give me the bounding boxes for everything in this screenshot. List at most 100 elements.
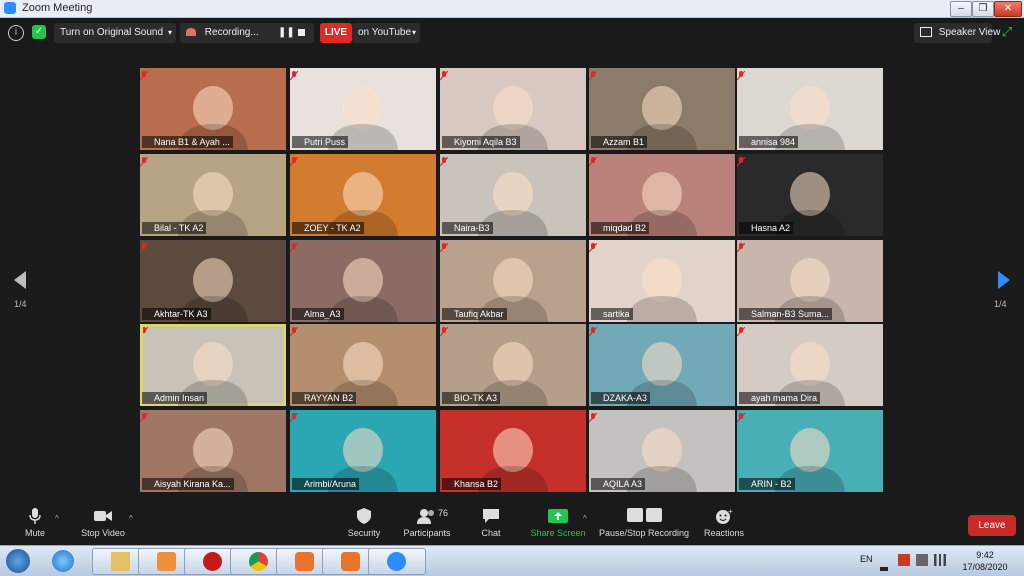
- info-icon[interactable]: i: [8, 25, 24, 41]
- language-indicator[interactable]: EN: [860, 554, 873, 564]
- tray-battery-icon[interactable]: [916, 554, 928, 566]
- next-page-arrow[interactable]: [998, 271, 1010, 289]
- reactions-button[interactable]: + Reactions: [702, 508, 746, 538]
- stop-record-icon[interactable]: [298, 29, 305, 36]
- participant-name: Aisyah Kirana Ka...: [142, 478, 234, 490]
- zoom-app-icon: [387, 552, 406, 571]
- participant-tile[interactable]: sartika: [589, 240, 735, 322]
- maximize-button[interactable]: ❐: [972, 1, 994, 17]
- windows-taskbar: EN 9:42 17/08/2020: [0, 545, 1024, 576]
- participant-name: annisa 984: [739, 136, 799, 148]
- participant-tile[interactable]: Naira-B3: [440, 154, 586, 236]
- recording-indicator: Recording... ❚❚: [180, 23, 314, 43]
- smiley-icon: +: [716, 508, 733, 524]
- participant-name: miqdad B2: [591, 222, 650, 234]
- close-button[interactable]: ✕: [994, 1, 1022, 17]
- page-indicator-left: 1/4: [14, 299, 27, 309]
- participant-tile[interactable]: DZAKA-A3: [589, 324, 735, 406]
- tray-expand-icon[interactable]: [880, 555, 888, 571]
- chat-bubble-icon: [483, 509, 499, 523]
- share-screen-label: Share Screen: [530, 528, 586, 538]
- mute-button[interactable]: Mute: [20, 508, 50, 538]
- original-sound-button[interactable]: Turn on Original Sound ▾: [54, 23, 176, 43]
- participant-tile[interactable]: Hasna A2: [737, 154, 883, 236]
- participants-count: 76: [438, 508, 449, 518]
- participant-name: Alma_A3: [292, 308, 344, 320]
- participant-name: Putri Puss: [292, 136, 349, 148]
- participant-tile[interactable]: Nana B1 & Ayah ...: [140, 68, 286, 150]
- chrome-icon: [249, 552, 268, 571]
- participant-tile[interactable]: Kiyomi Aqila B3: [440, 68, 586, 150]
- chat-button[interactable]: Chat: [476, 508, 506, 538]
- participant-tile[interactable]: Akhtar-TK A3: [140, 240, 286, 322]
- participant-tile[interactable]: Putri Puss: [290, 68, 436, 150]
- participants-button[interactable]: 76 Participants: [402, 508, 452, 538]
- previous-page-arrow[interactable]: [14, 271, 26, 289]
- participant-name: Bilal - TK A2: [142, 222, 207, 234]
- app-record-icon: [203, 552, 222, 571]
- leave-meeting-button[interactable]: Leave: [968, 515, 1016, 536]
- internet-explorer-icon[interactable]: [52, 550, 74, 572]
- participant-tile[interactable]: ayah mama Dira: [737, 324, 883, 406]
- share-options-caret[interactable]: ^: [583, 514, 587, 523]
- pause-stop-recording-label: Pause/Stop Recording: [598, 528, 690, 538]
- svg-text:+: +: [728, 508, 733, 516]
- video-camera-icon: [94, 511, 112, 521]
- fullscreen-icon[interactable]: ⤢: [1000, 25, 1014, 39]
- participant-tile[interactable]: ARIN - B2: [737, 410, 883, 492]
- shield-icon: [357, 508, 371, 524]
- taskbar-zoom[interactable]: [368, 548, 426, 575]
- share-screen-button[interactable]: Share Screen: [530, 508, 586, 538]
- stop-video-button[interactable]: Stop Video: [78, 508, 128, 538]
- participant-name: Kiyomi Aqila B3: [442, 136, 520, 148]
- participant-tile[interactable]: ZOEY - TK A2: [290, 154, 436, 236]
- chevron-down-icon[interactable]: ▾: [412, 23, 416, 43]
- participant-tile[interactable]: RAYYAN B2: [290, 324, 436, 406]
- participant-tile[interactable]: Khansa B2: [440, 410, 586, 492]
- participant-tile[interactable]: Alma_A3: [290, 240, 436, 322]
- live-target-button[interactable]: on YouTube ▾: [352, 23, 420, 43]
- mute-options-caret[interactable]: ^: [55, 514, 59, 523]
- tray-network-icon[interactable]: [934, 554, 946, 566]
- clock-date: 17/08/2020: [962, 562, 1008, 572]
- speaker-view-button[interactable]: Speaker View: [914, 23, 1000, 43]
- participant-name: Salman-B3 Suma...: [739, 308, 833, 320]
- minimize-button[interactable]: –: [950, 1, 972, 17]
- participant-name: ARIN - B2: [739, 478, 795, 490]
- video-grid: Nana B1 & Ayah ... Putri Puss Kiyomi Aqila…: [140, 68, 885, 494]
- participant-name: Arimbi/Aruna: [292, 478, 360, 490]
- speaker-view-label: Speaker View: [938, 27, 1001, 38]
- reactions-label: Reactions: [703, 528, 745, 538]
- participant-tile[interactable]: BIO-TK A3: [440, 324, 586, 406]
- pause-record-icon[interactable]: ❚❚: [278, 23, 295, 43]
- meeting-topbar: i ✓ Turn on Original Sound ▾ Recording..…: [0, 18, 1024, 46]
- participant-tile[interactable]: Admin Insan: [140, 324, 286, 406]
- participant-name: Nana B1 & Ayah ...: [142, 136, 233, 148]
- participant-tile[interactable]: Salman-B3 Suma...: [737, 240, 883, 322]
- start-button-icon[interactable]: [6, 549, 30, 573]
- participant-name: ayah mama Dira: [739, 392, 821, 404]
- taskbar-clock[interactable]: 9:42 17/08/2020: [950, 549, 1020, 573]
- participant-tile[interactable]: Bilal - TK A2: [140, 154, 286, 236]
- original-sound-label: Turn on Original Sound: [60, 27, 164, 38]
- recording-label: Recording...: [204, 27, 259, 38]
- participant-name: Naira-B3: [442, 222, 493, 234]
- participant-name: Akhtar-TK A3: [142, 308, 211, 320]
- participant-tile[interactable]: miqdad B2: [589, 154, 735, 236]
- participant-tile[interactable]: Azzam B1: [589, 68, 735, 150]
- pause-stop-recording-button[interactable]: Pause/Stop Recording: [598, 508, 690, 538]
- participant-tile[interactable]: annisa 984: [737, 68, 883, 150]
- tray-flag-icon[interactable]: [898, 554, 910, 566]
- participant-tile[interactable]: Taufiq Akbar: [440, 240, 586, 322]
- video-options-caret[interactable]: ^: [129, 514, 133, 523]
- participant-tile[interactable]: Arimbi/Aruna: [290, 410, 436, 492]
- recording-controls-icon: [624, 508, 664, 524]
- participant-name: Khansa B2: [442, 478, 502, 490]
- chevron-down-icon[interactable]: ▾: [168, 23, 172, 43]
- security-button[interactable]: Security: [344, 508, 384, 538]
- window-title: Zoom Meeting: [22, 2, 93, 14]
- shield-icon[interactable]: ✓: [32, 25, 46, 39]
- participant-tile[interactable]: Aisyah Kirana Ka...: [140, 410, 286, 492]
- participant-name: RAYYAN B2: [292, 392, 357, 404]
- participant-tile[interactable]: AQILA A3: [589, 410, 735, 492]
